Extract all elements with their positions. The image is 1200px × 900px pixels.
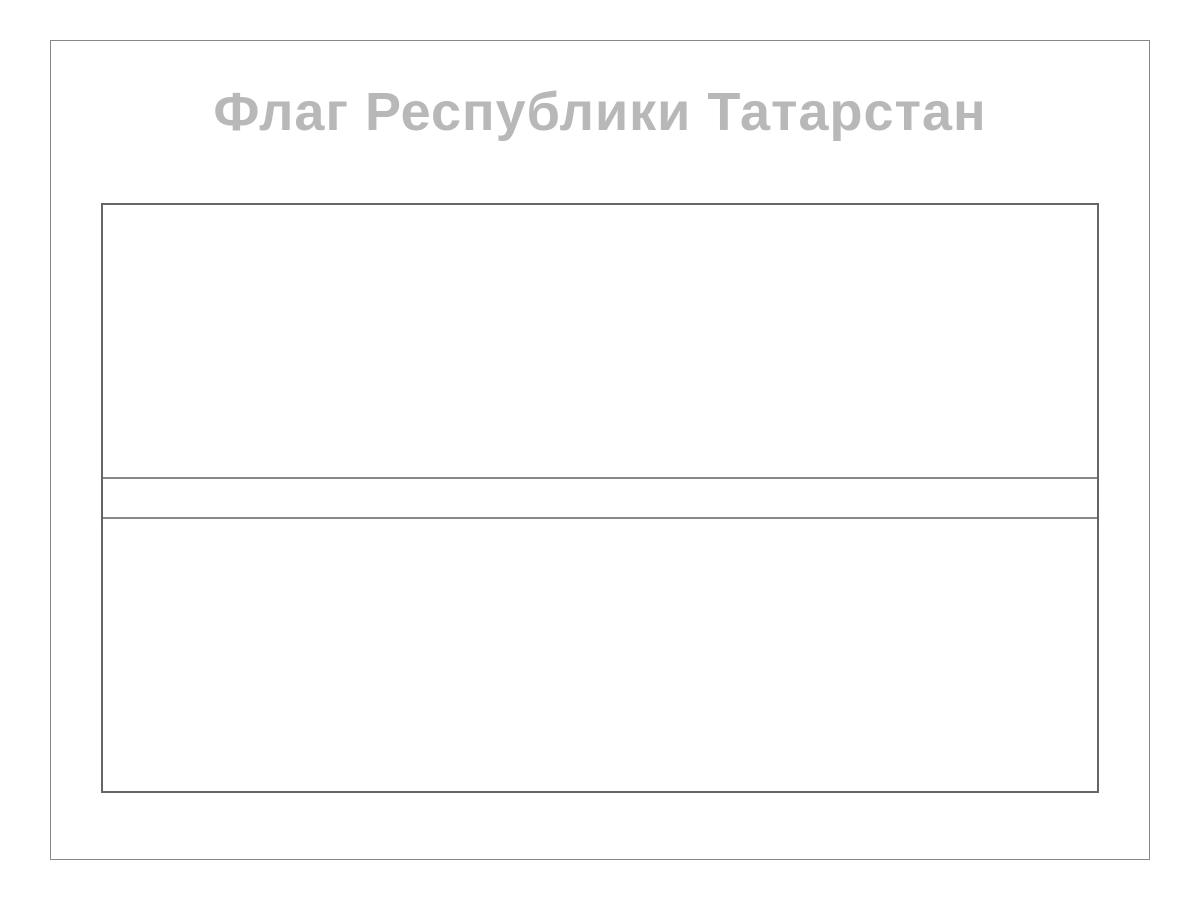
flag-stripe-middle [103,479,1097,519]
flag-outline [101,203,1099,793]
page-container: Флаг Республики Татарстан [50,40,1150,860]
flag-stripe-bottom [103,519,1097,791]
page-title: Флаг Республики Татарстан [213,81,986,143]
flag-stripe-top [103,205,1097,479]
